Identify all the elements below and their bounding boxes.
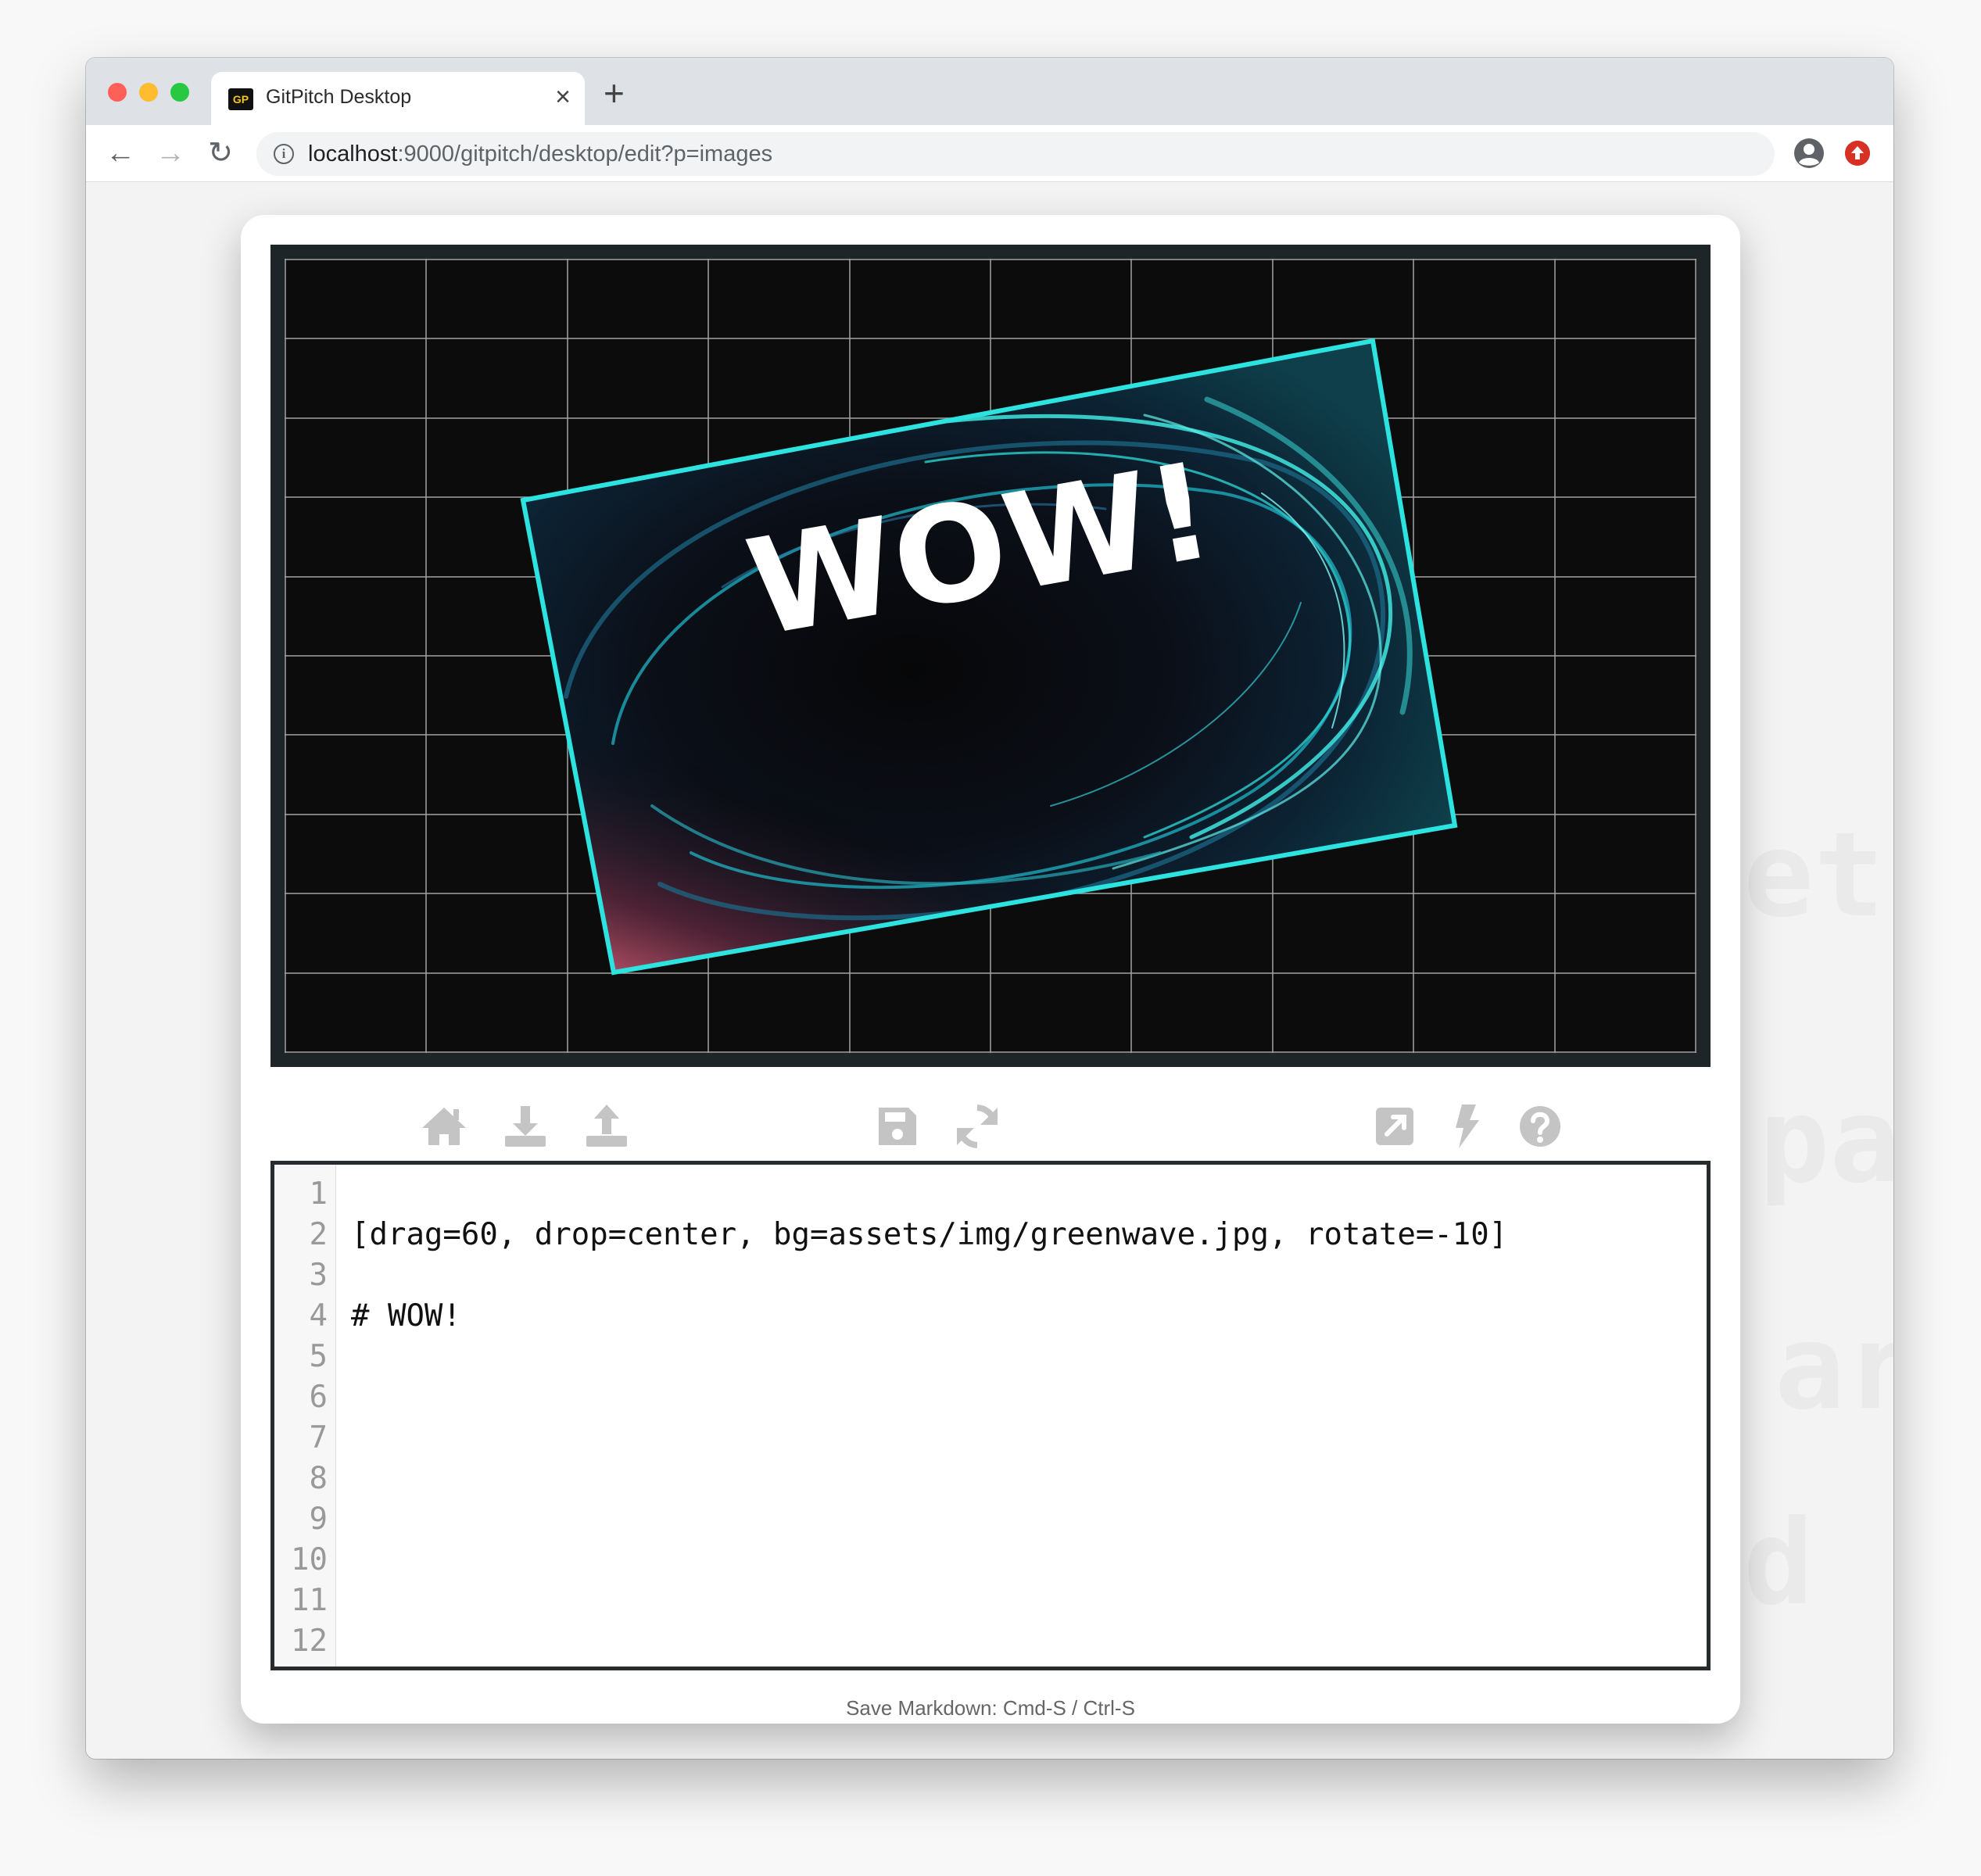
upload-icon[interactable] (582, 1101, 632, 1151)
refresh-icon[interactable] (952, 1101, 1002, 1151)
code-line[interactable]: [drag=60, drop=center, bg=assets/img/gre… (351, 1215, 1507, 1255)
slide-canvas: WOW! (285, 259, 1696, 1053)
zoom-window-button[interactable] (170, 83, 189, 102)
line-number: 5 (309, 1339, 328, 1374)
update-available-icon[interactable] (1845, 141, 1870, 166)
line-number: 4 (309, 1298, 328, 1334)
url-path: :9000/gitpitch/desktop/edit?p=images (397, 141, 773, 166)
download-icon[interactable] (500, 1101, 550, 1151)
greenwave-background-image (523, 341, 1455, 972)
browser-window: GP GitPitch Desktop × + ← → ↻ i localhos… (86, 58, 1893, 1759)
save-shortcut-hint: Save Markdown: Cmd-S / Ctrl-S (846, 1696, 1135, 1720)
code-line[interactable]: # WOW! (351, 1296, 461, 1337)
markdown-editor[interactable]: 1 2 3 4 5 6 7 8 9 10 11 12 [drag=60, drop=center, b… (270, 1161, 1711, 1670)
url-host: localhost (308, 141, 398, 166)
back-button[interactable]: ← (99, 131, 142, 175)
tab-strip: GP GitPitch Desktop × + (86, 58, 1893, 125)
reload-button[interactable]: ↻ (199, 131, 242, 175)
ghost-text: d ( (1743, 1495, 1893, 1631)
line-number: 9 (309, 1502, 328, 1537)
tab-gitpitch-desktop[interactable]: GP GitPitch Desktop × (211, 72, 585, 125)
line-number-gutter: 1 2 3 4 5 6 7 8 9 10 11 12 (274, 1165, 336, 1667)
profile-avatar-icon[interactable] (1793, 138, 1825, 169)
url-text[interactable]: localhost:9000/gitpitch/desktop/edit?p=i… (308, 141, 772, 167)
ghost-text: pa (1759, 1073, 1893, 1209)
line-number: 8 (309, 1461, 328, 1496)
slide-preview: WOW! (270, 245, 1711, 1067)
line-number: 10 (291, 1542, 328, 1577)
line-number: 1 (309, 1176, 328, 1212)
line-number: 2 (309, 1217, 328, 1252)
line-number: 6 (309, 1380, 328, 1415)
editor-panel: WOW! 1 2 3 4 5 6 7 8 9 10 11 12 [drag=60… (241, 215, 1740, 1724)
site-info-icon[interactable]: i (274, 144, 294, 164)
address-bar[interactable]: i localhost:9000/gitpitch/desktop/edit?p… (256, 132, 1775, 176)
line-number: 11 (291, 1583, 328, 1618)
page-content: et pa ar d ( (86, 182, 1893, 1759)
browser-toolbar: ← → ↻ i localhost:9000/gitpitch/desktop/… (86, 125, 1893, 182)
line-number: 7 (309, 1420, 328, 1455)
home-icon[interactable] (419, 1101, 469, 1151)
line-number: 3 (309, 1258, 328, 1293)
slide-graphic: WOW! (285, 259, 1696, 1053)
tab-close-icon[interactable]: × (555, 81, 571, 113)
forward-button[interactable]: → (149, 131, 192, 175)
editor-toolbar (241, 1067, 1740, 1176)
bolt-icon[interactable] (1442, 1101, 1492, 1151)
ghost-text: et (1743, 807, 1885, 943)
line-number: 12 (291, 1624, 328, 1659)
help-icon[interactable] (1515, 1101, 1565, 1151)
save-icon[interactable] (872, 1101, 922, 1151)
external-link-icon[interactable] (1370, 1101, 1420, 1151)
minimize-window-button[interactable] (139, 83, 158, 102)
tab-title: GitPitch Desktop (266, 86, 412, 108)
new-tab-button[interactable]: + (604, 75, 625, 111)
close-window-button[interactable] (108, 83, 127, 102)
ghost-text: ar (1775, 1300, 1893, 1436)
gitpitch-favicon-icon: GP (228, 88, 253, 110)
